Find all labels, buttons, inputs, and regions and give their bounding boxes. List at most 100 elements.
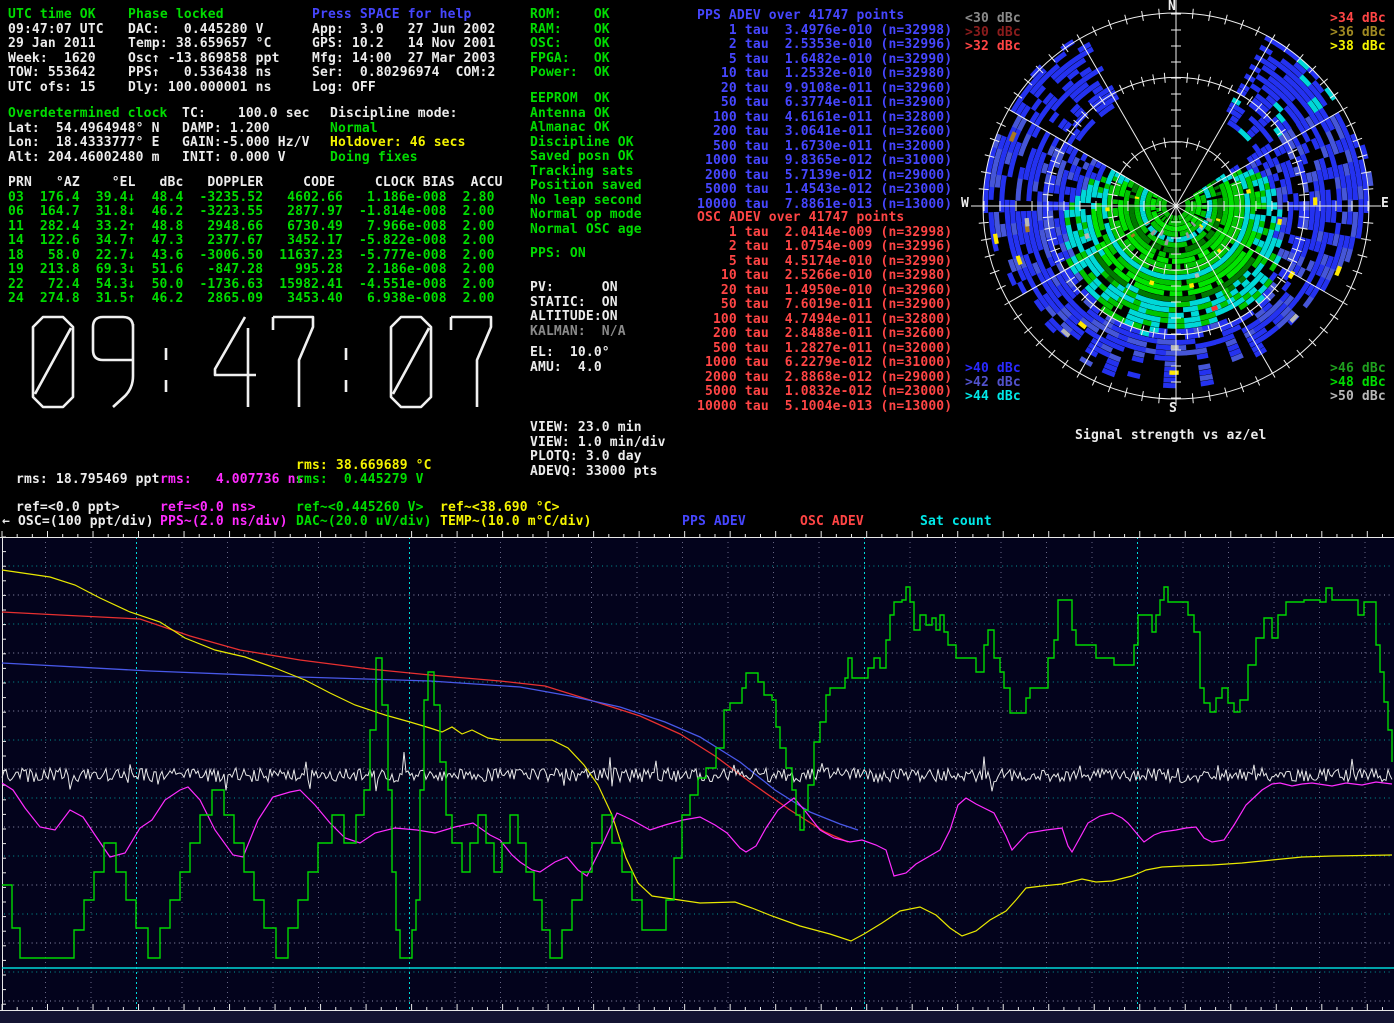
filters-line-3: KALMAN: N/A (530, 325, 626, 340)
phase-block-line-0: Phase locked (128, 8, 224, 23)
pps-adev-table-line-5: 20 tau 9.9108e-011 (n=32960) (697, 82, 952, 97)
polar-title: Signal strength vs az/el (1075, 429, 1266, 444)
utc-block-line-3: Week: 1620 (8, 52, 96, 67)
phase-block-line-4: PPS↑ 0.536438 ns (128, 66, 272, 81)
position-block-line-1: Lat: 54.4964948° N (8, 122, 160, 137)
legend-pps-adev: PPS ADEV (682, 515, 746, 530)
loop-block-line-3: INIT: 0.000 V (182, 151, 286, 166)
health1-line-4: Power: OK (530, 66, 610, 81)
scale-pps: PPS~(2.0 ns/div) (160, 515, 288, 530)
rms-osc: rms: 18.795469 ppt (16, 473, 160, 488)
osc-adev-table-line-7: 100 tau 4.7494e-011 (n=32800) (697, 313, 952, 328)
loop-block-line-0: TC: 100.0 sec (182, 107, 310, 122)
osc-adev-table-line-13: 10000 tau 5.1004e-013 (n=13000) (697, 400, 952, 415)
osc-adev-table-line-8: 200 tau 2.8488e-011 (n=32600) (697, 327, 952, 342)
scale-dac: DAC~(20.0 uV/div) (296, 515, 432, 530)
health1-line-1: RAM: OK (530, 23, 610, 38)
rms-dac: rms: 0.445279 V (296, 473, 424, 488)
pps-adev-table-line-2: 2 tau 2.5353e-010 (n=32996) (697, 38, 952, 53)
help-block-line-4: Ser: 0.80296974 COM:2 (312, 66, 495, 81)
health1-line-2: OSC: OK (530, 37, 610, 52)
osc-adev-table-line-6: 50 tau 7.6019e-011 (n=32900) (697, 298, 952, 313)
health1-line-3: FPGA: OK (530, 52, 610, 67)
scale-temp: TEMP~(10.0 m°C/div) (440, 515, 592, 530)
clock-digit-0 (391, 317, 431, 407)
pps-adev-table-line-12: 5000 tau 1.4543e-012 (n=23000) (697, 183, 952, 198)
help-block-line-3: Mfg: 14:00 27 Mar 2003 (312, 52, 495, 67)
osc-adev-table-line-1: 1 tau 2.0414e-009 (n=32998) (697, 226, 952, 241)
big-digital-clock (25, 310, 505, 414)
health2-line-3: Discipline OK (530, 136, 634, 151)
discipline-block-line-0: Discipline mode: (330, 107, 458, 122)
osc-adev-table-line-4: 10 tau 2.5266e-010 (n=32980) (697, 269, 952, 284)
sat-table-line-5: 18 58.0 22.7↓ 43.6 -3006.50 11637.23 -5.… (8, 249, 495, 264)
sat-table-line-2: 06 164.7 31.8↓ 46.2 -3223.55 2877.97 -1.… (8, 205, 495, 220)
clock-digit-0 (33, 317, 73, 407)
mask-line-0: EL: 10.0° (530, 346, 610, 361)
position-block-line-0: Overdetermined clock (8, 107, 168, 122)
filters-line-0: PV: ON (530, 281, 618, 296)
clock-digit-9 (93, 317, 133, 407)
sat-table-line-6: 19 213.8 69.3↓ 51.6 -847.28 995.28 2.186… (8, 263, 495, 278)
health2-line-5: Tracking sats (530, 165, 634, 180)
pps-adev-table-line-6: 50 tau 6.3774e-011 (n=32900) (697, 96, 952, 111)
help-block-line-5: Log: OFF (312, 81, 376, 96)
legend-sat-count: Sat count (920, 515, 992, 530)
discipline-block-line-2: Holdover: 46 secs (330, 136, 466, 151)
health2-line-4: Saved posn OK (530, 150, 634, 165)
osc-adev-table-line-9: 500 tau 1.2827e-011 (n=32000) (697, 342, 952, 357)
osc-adev-table-line-10: 1000 tau 6.2279e-012 (n=31000) (697, 356, 952, 371)
loop-block-line-2: GAIN:-5.000 Hz/V (182, 136, 310, 151)
polar-signal-data (983, 35, 1373, 388)
rms-pps: rms: 4.007736 ns (160, 473, 304, 488)
mask-line-1: AMU: 4.0 (530, 361, 602, 376)
help-block-line-2: GPS: 10.2 14 Nov 2001 (312, 37, 495, 52)
osc-adev-table-line-0: OSC ADEV over 41747 points (697, 211, 904, 226)
help-block-line-0: Press SPACE for help (312, 8, 472, 23)
health2-line-2: Almanac OK (530, 121, 610, 136)
polar-grid (971, 0, 1381, 406)
position-block-line-2: Lon: 18.4333777° E (8, 136, 160, 151)
position-block-line-3: Alt: 204.46002480 m (8, 151, 160, 166)
view-line-1: VIEW: 1.0 min/div (530, 436, 666, 451)
phase-block-line-5: Dly: 100.000001 ns (128, 81, 272, 96)
clock-digit-7 (451, 317, 491, 407)
sat-table-line-0: PRN °AZ °EL dBc DOPPLER CODE CLOCK BIAS … (8, 176, 503, 191)
pps-adev-table-line-1: 1 tau 3.4976e-010 (n=32998) (697, 24, 952, 39)
utc-block-line-4: TOW: 553642 (8, 66, 96, 81)
osc-adev-table-line-2: 2 tau 1.0754e-009 (n=32996) (697, 240, 952, 255)
pps-adev-table-line-4: 10 tau 1.2532e-010 (n=32980) (697, 67, 952, 82)
pps-adev-table-line-8: 200 tau 3.0641e-011 (n=32600) (697, 125, 952, 140)
phase-block-line-1: DAC: 0.445280 V (128, 23, 264, 38)
scale-osc: ← OSC=(100 ppt/div) (2, 515, 154, 530)
health2-line-6: Position saved (530, 179, 642, 194)
discipline-block-line-1: Normal (330, 122, 378, 137)
loop-block-line-1: DAMP: 1.200 (182, 122, 270, 137)
view-line-2: PLOTQ: 3.0 day (530, 450, 642, 465)
utc-block-line-5: UTC ofs: 15 (8, 81, 96, 96)
clock-digit-7 (273, 317, 313, 407)
health2-line-9: Normal OSC age (530, 223, 642, 238)
lady-heather-screen: UTC time OK09:47:07 UTC29 Jan 2011Week: … (0, 0, 1394, 1023)
help-block-line-1: App: 3.0 27 Jun 2002 (312, 23, 495, 38)
view-line-0: VIEW: 23.0 min (530, 421, 642, 436)
filters-line-2: ALTITUDE:ON (530, 310, 618, 325)
filters-line-1: STATIC: ON (530, 296, 618, 311)
discipline-block-line-3: Doing fixes (330, 151, 418, 166)
sat-table-line-3: 11 282.4 33.2↑ 48.8 2948.66 6730.49 7.96… (8, 220, 495, 235)
health2-line-0: EEPROM OK (530, 92, 610, 107)
osc-adev-table-line-5: 20 tau 1.4950e-010 (n=32960) (697, 284, 952, 299)
health2-line-1: Antenna OK (530, 107, 610, 122)
pps-adev-table-line-0: PPS ADEV over 41747 points (697, 9, 904, 24)
phase-block-line-3: Osc↑ -13.869858 ppt (128, 52, 280, 67)
pps-adev-table-line-3: 5 tau 1.6482e-010 (n=32990) (697, 53, 952, 68)
view-line-3: ADEVQ: 33000 pts (530, 465, 658, 480)
utc-block-line-1: 09:47:07 UTC (8, 23, 104, 38)
history-strip-chart (0, 530, 1394, 1023)
pps-adev-table-line-7: 100 tau 4.6161e-011 (n=32800) (697, 111, 952, 126)
sat-table-line-1: 03 176.4 39.4↓ 48.4 -3235.52 4602.66 1.1… (8, 191, 495, 206)
utc-block-line-0: UTC time OK (8, 8, 96, 23)
clock-digit-4 (215, 317, 256, 407)
utc-block-line-2: 29 Jan 2011 (8, 37, 96, 52)
health2-line-7: No leap second (530, 194, 642, 209)
